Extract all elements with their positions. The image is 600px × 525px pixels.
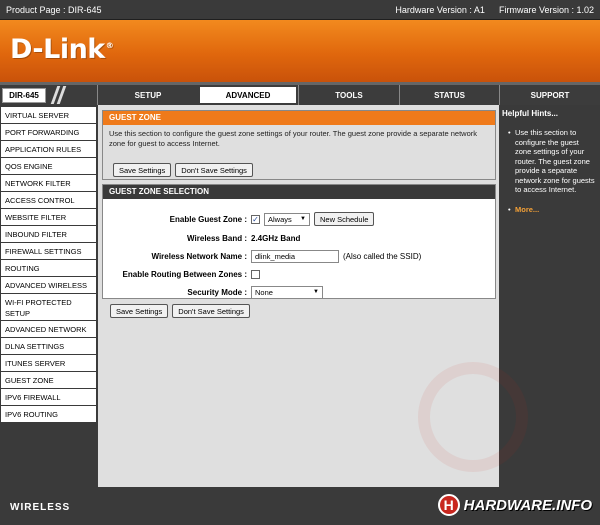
header-banner: D-Link® bbox=[0, 20, 600, 82]
menu-item-application-rules[interactable]: APPLICATION RULES bbox=[1, 141, 96, 158]
ssid-note: (Also called the SSID) bbox=[343, 251, 422, 261]
menu-item-port-forwarding[interactable]: PORT FORWARDING bbox=[1, 124, 96, 141]
menu-item-website-filter[interactable]: WEBSITE FILTER bbox=[1, 209, 96, 226]
wireless-band-row: Wireless Band : 2.4GHz Band bbox=[103, 230, 497, 246]
menu-item-virtual-server[interactable]: VIRTUAL SERVER bbox=[1, 107, 96, 124]
menu-item-inbound-filter[interactable]: INBOUND FILTER bbox=[1, 226, 96, 243]
ssid-row: Wireless Network Name : dlink_media (Als… bbox=[103, 248, 497, 264]
menu-item-advanced-wireless[interactable]: ADVANCED WIRELESS bbox=[1, 277, 96, 294]
guest-zone-selection-panel: GUEST ZONE SELECTION Enable Guest Zone :… bbox=[102, 184, 496, 299]
dlink-logo: D-Link® bbox=[10, 34, 114, 65]
footer: WIRELESS H HARDWARE.INFO bbox=[0, 487, 600, 525]
top-navigation: DIR-645 SETUP ADVANCED TOOLS STATUS SUPP… bbox=[0, 85, 600, 105]
tab-support[interactable]: SUPPORT bbox=[499, 85, 600, 105]
ssid-input[interactable]: dlink_media bbox=[251, 249, 339, 263]
watermark-text: HARDWARE.INFO bbox=[463, 496, 592, 514]
tab-tools[interactable]: TOOLS bbox=[298, 85, 399, 105]
tab-setup[interactable]: SETUP bbox=[97, 85, 198, 105]
menu-item-guest-zone[interactable]: GUEST ZONE bbox=[1, 372, 96, 389]
enable-guest-zone-row: Enable Guest Zone : ✓ Always ▼ New Schedu… bbox=[103, 211, 497, 227]
routing-label: Enable Routing Between Zones : bbox=[122, 269, 247, 279]
schedule-select[interactable]: Always ▼ bbox=[264, 212, 310, 226]
security-mode-row: Security Mode : None ▼ bbox=[103, 284, 497, 300]
menu-item-ipv6-routing[interactable]: IPV6 ROUTING bbox=[1, 406, 96, 423]
enable-guest-zone-checkbox[interactable]: ✓ bbox=[251, 214, 260, 224]
wireless-band-value: 2.4GHz Band bbox=[251, 233, 301, 243]
model-name: DIR-645 bbox=[2, 88, 46, 103]
hints-title: Helpful Hints... bbox=[502, 109, 558, 118]
ssid-label: Wireless Network Name : bbox=[151, 251, 247, 261]
section-description: Use this section to configure the guest … bbox=[109, 129, 477, 148]
top-info-bar: Product Page : DIR-645 Hardware Version … bbox=[0, 0, 600, 20]
save-settings-button[interactable]: Save Settings bbox=[113, 163, 172, 177]
routing-row: Enable Routing Between Zones : bbox=[103, 266, 497, 282]
chevron-down-icon: ▼ bbox=[300, 216, 306, 222]
hardware-info-watermark: H HARDWARE.INFO bbox=[437, 494, 592, 516]
section-title: GUEST ZONE bbox=[103, 111, 495, 125]
new-schedule-button[interactable]: New Schedule bbox=[314, 212, 375, 226]
left-menu: VIRTUAL SERVER PORT FORWARDING APPLICATI… bbox=[0, 105, 97, 487]
menu-item-advanced-network[interactable]: ADVANCED NETWORK bbox=[1, 321, 96, 338]
menu-item-itunes-server[interactable]: ITUNES SERVER bbox=[1, 355, 96, 372]
more-link[interactable]: More... bbox=[515, 205, 539, 214]
security-mode-select[interactable]: None ▼ bbox=[251, 285, 323, 299]
watermark-ring bbox=[418, 362, 528, 472]
menu-item-ipv6-firewall[interactable]: IPV6 FIREWALL bbox=[1, 389, 96, 406]
menu-item-routing[interactable]: ROUTING bbox=[1, 260, 96, 277]
panel-title: GUEST ZONE SELECTION bbox=[103, 185, 495, 199]
save-settings-button-bottom[interactable]: Save Settings bbox=[110, 304, 169, 318]
enable-routing-checkbox[interactable] bbox=[251, 269, 260, 279]
menu-item-network-filter[interactable]: NETWORK FILTER bbox=[1, 175, 96, 192]
enable-guest-zone-label: Enable Guest Zone : bbox=[169, 214, 247, 224]
tab-advanced[interactable]: ADVANCED bbox=[198, 85, 298, 105]
hint-text: Use this section to configure the guest … bbox=[508, 128, 597, 195]
firmware-version-text: Firmware Version : 1.02 bbox=[498, 4, 594, 15]
watermark-badge-icon: H bbox=[437, 494, 460, 516]
tab-status[interactable]: STATUS bbox=[399, 85, 499, 105]
hardware-version-text: Hardware Version : A1 bbox=[395, 4, 485, 15]
menu-item-wps[interactable]: WI-FI PROTECTED SETUP bbox=[1, 294, 96, 321]
footer-label: WIRELESS bbox=[10, 502, 71, 513]
menu-item-firewall-settings[interactable]: FIREWALL SETTINGS bbox=[1, 243, 96, 260]
menu-item-dlna-settings[interactable]: DLNA SETTINGS bbox=[1, 338, 96, 355]
menu-item-access-control[interactable]: ACCESS CONTROL bbox=[1, 192, 96, 209]
guest-zone-section: GUEST ZONE Use this section to configure… bbox=[102, 110, 496, 180]
chevron-down-icon: ▼ bbox=[313, 289, 319, 295]
menu-item-qos-engine[interactable]: QOS ENGINE bbox=[1, 158, 96, 175]
dont-save-settings-button[interactable]: Don't Save Settings bbox=[175, 163, 253, 177]
security-mode-label: Security Mode : bbox=[187, 287, 247, 297]
dont-save-settings-button-bottom[interactable]: Don't Save Settings bbox=[172, 304, 250, 318]
product-page-text: Product Page : DIR-645 bbox=[6, 4, 102, 15]
wireless-band-label: Wireless Band : bbox=[187, 233, 247, 243]
model-label-area: DIR-645 bbox=[0, 85, 97, 105]
